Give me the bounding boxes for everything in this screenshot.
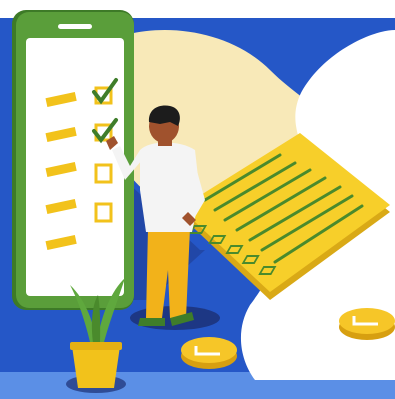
phone (12, 10, 134, 310)
coin (181, 337, 237, 369)
checklist-illustration (0, 10, 395, 399)
phone-speaker (58, 24, 92, 29)
coin (339, 308, 395, 340)
plant-pot (72, 346, 120, 388)
